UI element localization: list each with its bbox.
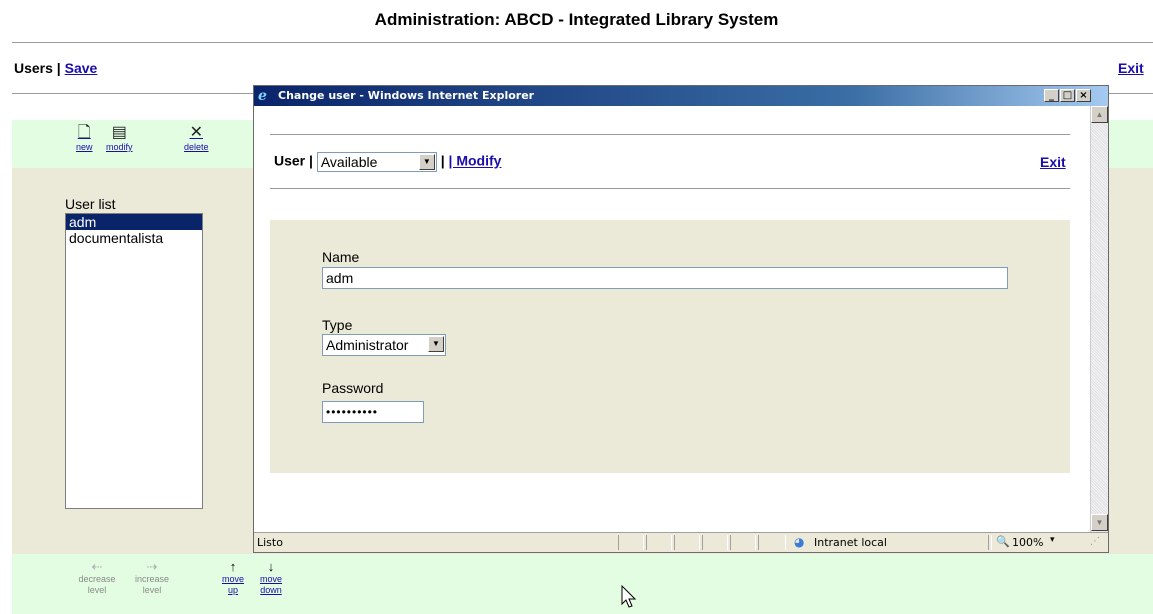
mouse-cursor-icon xyxy=(621,585,637,608)
user-list[interactable]: adm documentalista xyxy=(65,213,203,509)
status-bar: Listo ◕ Intranet local 🔍 100% ▾ ⋰ xyxy=(254,532,1108,552)
status-segment xyxy=(674,535,700,550)
ie-icon: e xyxy=(258,88,267,104)
dialog-title: Change user - Windows Internet Explorer xyxy=(278,89,535,102)
user-label: User | xyxy=(274,152,313,169)
status-segment xyxy=(988,535,992,550)
arrow-down-icon: ↓ xyxy=(267,559,275,574)
user-list-label: User list xyxy=(65,196,116,212)
dialog-user-row: User | Available ▼ | | Modify xyxy=(274,152,501,172)
list-item[interactable]: documentalista xyxy=(66,230,202,246)
password-input[interactable]: •••••••••• xyxy=(322,401,424,423)
new-label: new xyxy=(76,142,93,152)
new-button[interactable]: 🗋 new xyxy=(76,124,93,152)
modify-label: modify xyxy=(106,142,133,152)
globe-icon: ◕ xyxy=(794,535,805,549)
chevron-down-icon[interactable]: ▼ xyxy=(418,154,435,170)
modify-link[interactable]: | | Modify xyxy=(441,153,502,169)
status-segment xyxy=(730,535,756,550)
exit-link[interactable]: Exit xyxy=(1118,60,1144,76)
divider xyxy=(270,134,1070,135)
chevron-down-icon[interactable]: ▼ xyxy=(428,336,444,352)
modify-button[interactable]: ▤ modify xyxy=(106,124,133,152)
arrow-up-icon: ↑ xyxy=(229,559,237,574)
status-text: Listo xyxy=(257,536,283,549)
close-button[interactable]: × xyxy=(1076,89,1091,102)
scroll-up-icon[interactable]: ▲ xyxy=(1091,106,1108,123)
zoom-level[interactable]: 100% xyxy=(1012,536,1043,549)
delete-button[interactable]: ✕ delete xyxy=(184,124,209,152)
name-input[interactable]: adm xyxy=(322,267,1008,289)
type-select[interactable]: Administrator ▼ xyxy=(322,334,446,356)
type-label: Type xyxy=(322,317,353,333)
modify-document-icon: ▤ xyxy=(111,124,127,141)
users-label: Users | xyxy=(14,60,61,76)
modify-link-text[interactable]: | Modify xyxy=(449,153,502,169)
dialog-titlebar[interactable]: e Change user - Windows Internet Explore… xyxy=(254,86,1108,106)
zoom-icon[interactable]: 🔍 xyxy=(996,535,1010,548)
zone-text: Intranet local xyxy=(814,536,887,549)
list-item[interactable]: adm xyxy=(66,214,202,230)
move-down-button[interactable]: ↓ move down xyxy=(256,560,286,596)
resize-grip-icon[interactable]: ⋰ xyxy=(1090,536,1100,547)
name-label: Name xyxy=(322,249,360,265)
delete-x-icon: ✕ xyxy=(189,124,203,141)
status-segment xyxy=(618,535,644,550)
zoom-dropdown-icon[interactable]: ▾ xyxy=(1050,535,1055,545)
arrow-right-icon: ⇢ xyxy=(146,559,158,574)
user-form: Name adm Type Administrator ▼ Password •… xyxy=(270,220,1070,473)
minimize-button[interactable]: _ xyxy=(1044,89,1059,102)
decrease-level-button: ⇠ decrease level xyxy=(74,560,120,596)
move-up-button[interactable]: ↑ move up xyxy=(220,560,246,596)
scroll-down-icon[interactable]: ▼ xyxy=(1091,514,1108,531)
change-user-dialog: e Change user - Windows Internet Explore… xyxy=(253,85,1109,553)
status-segment xyxy=(646,535,672,550)
divider xyxy=(12,42,1153,43)
dialog-exit-link[interactable]: Exit xyxy=(1040,154,1066,170)
dialog-scrollbar[interactable]: ▲ ▼ xyxy=(1090,106,1108,532)
new-document-icon: 🗋 xyxy=(77,124,91,141)
increase-level-button: ⇢ increase level xyxy=(132,560,172,596)
type-value: Administrator xyxy=(326,337,409,353)
save-link[interactable]: Save xyxy=(65,60,98,76)
password-label: Password xyxy=(322,380,384,396)
divider xyxy=(270,188,1070,189)
user-status-value: Available xyxy=(320,154,378,170)
bottom-toolbar: ⇠ decrease level ⇢ increase level ↑ move… xyxy=(12,554,1153,614)
user-status-select[interactable]: Available ▼ xyxy=(316,152,437,172)
page-title: Administration: ABCD - Integrated Librar… xyxy=(374,10,779,29)
status-segment xyxy=(758,535,786,550)
arrow-left-icon: ⇠ xyxy=(91,559,103,574)
users-nav: Users | Save xyxy=(14,60,97,76)
dialog-content: User | Available ▼ | | Modify Exit Name … xyxy=(254,106,1090,532)
status-segment xyxy=(702,535,728,550)
delete-label: delete xyxy=(184,142,209,152)
maximize-button[interactable]: □ xyxy=(1060,89,1075,102)
